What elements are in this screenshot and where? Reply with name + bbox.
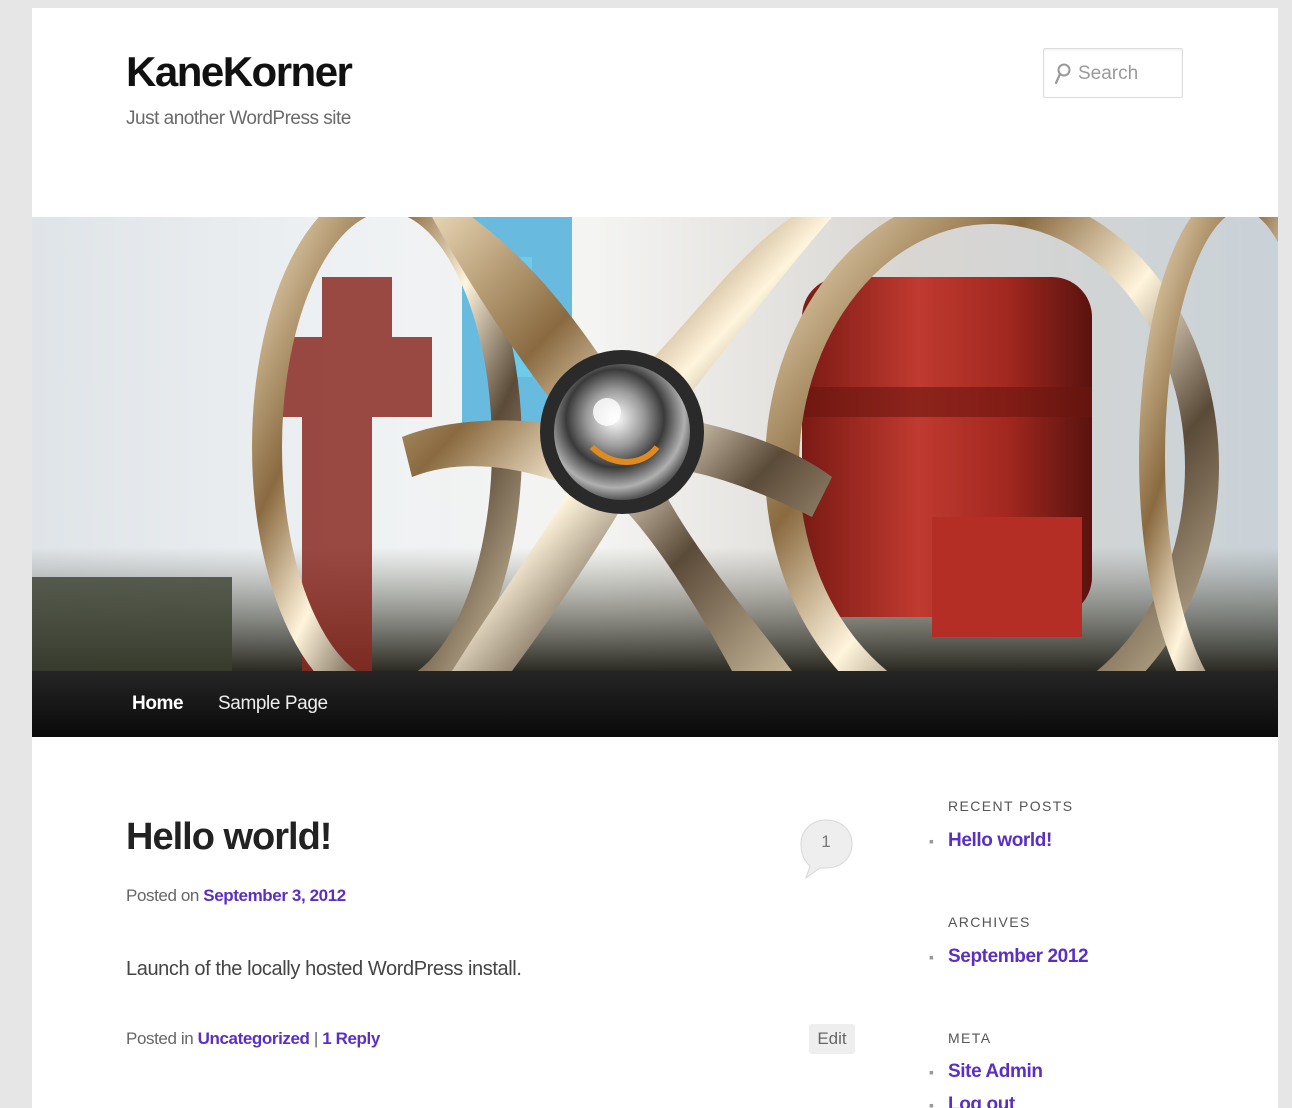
header-image: [32, 217, 1278, 671]
widget-title-recent-posts: RECENT POSTS: [948, 798, 1074, 814]
reply-link[interactable]: 1 Reply: [322, 1029, 380, 1048]
site-admin-link[interactable]: Site Admin: [948, 1061, 1043, 1082]
header-photo: [32, 217, 1278, 671]
category-link[interactable]: Uncategorized: [198, 1029, 310, 1048]
site-description: Just another WordPress site: [126, 108, 351, 129]
page: KaneKorner Just another WordPress site S…: [32, 8, 1278, 1108]
search-box[interactable]: [1043, 48, 1183, 98]
bullet-icon: ▪: [929, 1096, 934, 1108]
meta-item: ▪ Log out: [929, 1094, 1015, 1108]
main-navigation: Home Sample Page: [32, 671, 1278, 737]
recent-post-item: ▪ Hello world!: [929, 830, 1052, 852]
post-content: Launch of the locally hosted WordPress i…: [126, 958, 522, 980]
meta-item: ▪ Site Admin: [929, 1061, 1043, 1083]
site-title[interactable]: KaneKorner: [126, 48, 353, 96]
post-date-line: Posted on September 3, 2012: [126, 886, 346, 906]
edit-button[interactable]: Edit: [809, 1024, 855, 1054]
comment-count: 1: [821, 832, 831, 851]
bullet-icon: ▪: [929, 1063, 934, 1080]
log-out-link[interactable]: Log out: [948, 1094, 1015, 1108]
meta-separator: |: [313, 1029, 318, 1048]
nav-item-sample-page[interactable]: Sample Page: [218, 693, 328, 715]
recent-post-link[interactable]: Hello world!: [948, 830, 1052, 851]
posted-in-label: Posted in: [126, 1029, 194, 1048]
comment-count-bubble[interactable]: 1: [800, 818, 856, 884]
post-footer-meta: Posted in Uncategorized | 1 Reply: [126, 1029, 380, 1049]
posted-on-label: Posted on: [126, 886, 199, 905]
archive-link[interactable]: September 2012: [948, 946, 1089, 967]
search-input[interactable]: [1078, 61, 1178, 87]
nav-item-home[interactable]: Home: [132, 693, 184, 715]
search-icon: [1054, 63, 1072, 90]
bullet-icon: ▪: [929, 832, 934, 849]
archive-item: ▪ September 2012: [929, 946, 1089, 968]
widget-title-meta: META: [948, 1030, 992, 1046]
post-date-link[interactable]: September 3, 2012: [203, 886, 346, 905]
post-title[interactable]: Hello world!: [126, 816, 332, 859]
widget-title-archives: ARCHIVES: [948, 914, 1031, 930]
bullet-icon: ▪: [929, 948, 934, 965]
